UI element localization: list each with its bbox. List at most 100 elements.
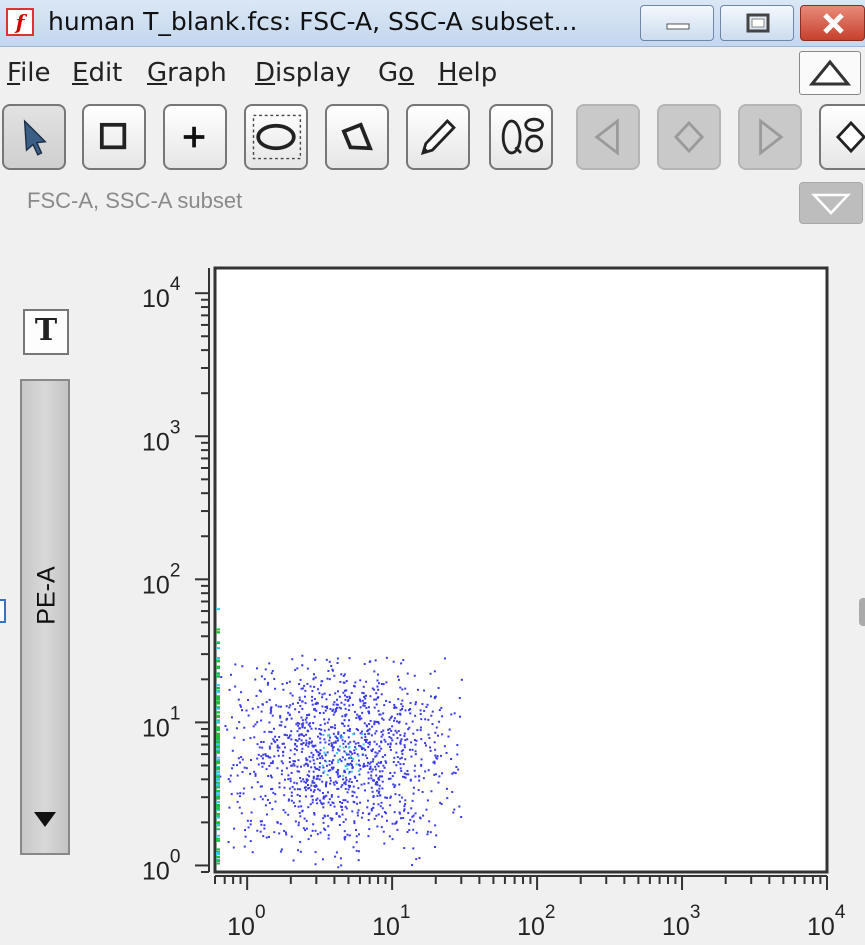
data-point <box>313 715 316 718</box>
data-point <box>428 736 431 739</box>
data-point <box>385 819 388 822</box>
data-point <box>426 830 429 833</box>
scatter-plot[interactable]: 100 101 102 103 104 100 101 102 103 104 <box>0 0 865 945</box>
data-point <box>453 808 456 811</box>
data-point <box>395 751 398 754</box>
data-point <box>276 738 279 741</box>
data-point <box>397 761 400 764</box>
x-axis: 100 101 102 103 104 <box>214 875 846 941</box>
data-point <box>319 831 322 834</box>
data-point <box>323 827 326 830</box>
data-point <box>362 685 365 688</box>
data-point <box>385 656 388 659</box>
data-point <box>327 837 330 840</box>
data-point <box>313 762 316 765</box>
data-point <box>357 787 360 790</box>
data-point <box>282 754 285 757</box>
data-point <box>451 772 454 775</box>
data-point <box>299 776 302 779</box>
data-point <box>434 824 437 827</box>
data-point <box>316 757 319 760</box>
data-point <box>234 685 237 688</box>
data-point <box>343 725 346 728</box>
data-point <box>429 749 432 752</box>
data-point <box>246 819 249 822</box>
data-point <box>327 801 330 804</box>
data-point <box>297 805 300 808</box>
data-point <box>412 732 415 735</box>
data-point <box>337 690 340 693</box>
data-point <box>353 740 356 743</box>
data-point <box>322 733 325 736</box>
data-point <box>280 720 283 723</box>
data-point <box>267 835 270 838</box>
data-point <box>377 813 380 816</box>
data-point <box>375 692 378 695</box>
data-point <box>370 786 373 789</box>
data-point <box>258 689 261 692</box>
data-point <box>308 741 311 744</box>
data-point <box>253 736 256 739</box>
data-point <box>356 811 359 814</box>
data-point <box>302 734 305 737</box>
x-tick-label: 100 <box>227 902 265 941</box>
data-point <box>245 709 248 712</box>
data-point <box>268 745 271 748</box>
data-point <box>425 706 428 709</box>
axis-pile-point <box>216 839 220 842</box>
data-point <box>325 764 328 767</box>
data-point <box>342 681 345 684</box>
data-point <box>304 689 307 692</box>
data-point <box>325 782 328 785</box>
data-point <box>396 713 399 716</box>
data-point <box>268 721 271 724</box>
data-point <box>254 723 257 726</box>
data-point <box>298 711 301 714</box>
data-point <box>281 769 284 772</box>
data-point <box>380 735 383 738</box>
data-point <box>304 795 307 798</box>
data-point <box>342 778 345 781</box>
data-point <box>422 777 425 780</box>
data-point <box>367 710 370 713</box>
data-point <box>253 770 256 773</box>
axis-pile-point <box>216 801 220 804</box>
data-point <box>418 775 421 778</box>
data-point <box>400 756 403 759</box>
data-point <box>289 780 292 783</box>
data-point <box>346 695 349 698</box>
data-point <box>385 761 388 764</box>
data-point <box>440 803 443 806</box>
data-point <box>332 766 335 769</box>
data-point <box>301 810 304 813</box>
data-point <box>453 712 456 715</box>
axis-pile-point <box>216 859 220 862</box>
data-point <box>431 723 434 726</box>
data-point <box>426 833 429 836</box>
data-point <box>285 682 288 685</box>
data-point <box>348 834 351 837</box>
data-point <box>310 789 313 792</box>
data-point <box>457 768 460 771</box>
data-point <box>322 821 325 824</box>
data-point <box>421 703 424 706</box>
data-point <box>409 818 412 821</box>
data-point <box>357 741 360 744</box>
data-point <box>290 791 293 794</box>
data-point <box>389 772 392 775</box>
data-point <box>371 790 374 793</box>
axis-pile-point <box>216 647 220 650</box>
data-point <box>375 743 378 746</box>
data-point <box>372 758 375 761</box>
data-point <box>431 710 434 713</box>
data-point <box>334 727 337 730</box>
axis-pile-point <box>216 848 220 851</box>
data-point <box>371 779 374 782</box>
data-point <box>359 764 362 767</box>
data-point <box>409 702 412 705</box>
axis-pile-point <box>216 773 220 776</box>
data-point <box>270 788 273 791</box>
axis-pile-point <box>216 675 220 678</box>
data-point <box>390 715 393 718</box>
data-point <box>281 742 284 745</box>
